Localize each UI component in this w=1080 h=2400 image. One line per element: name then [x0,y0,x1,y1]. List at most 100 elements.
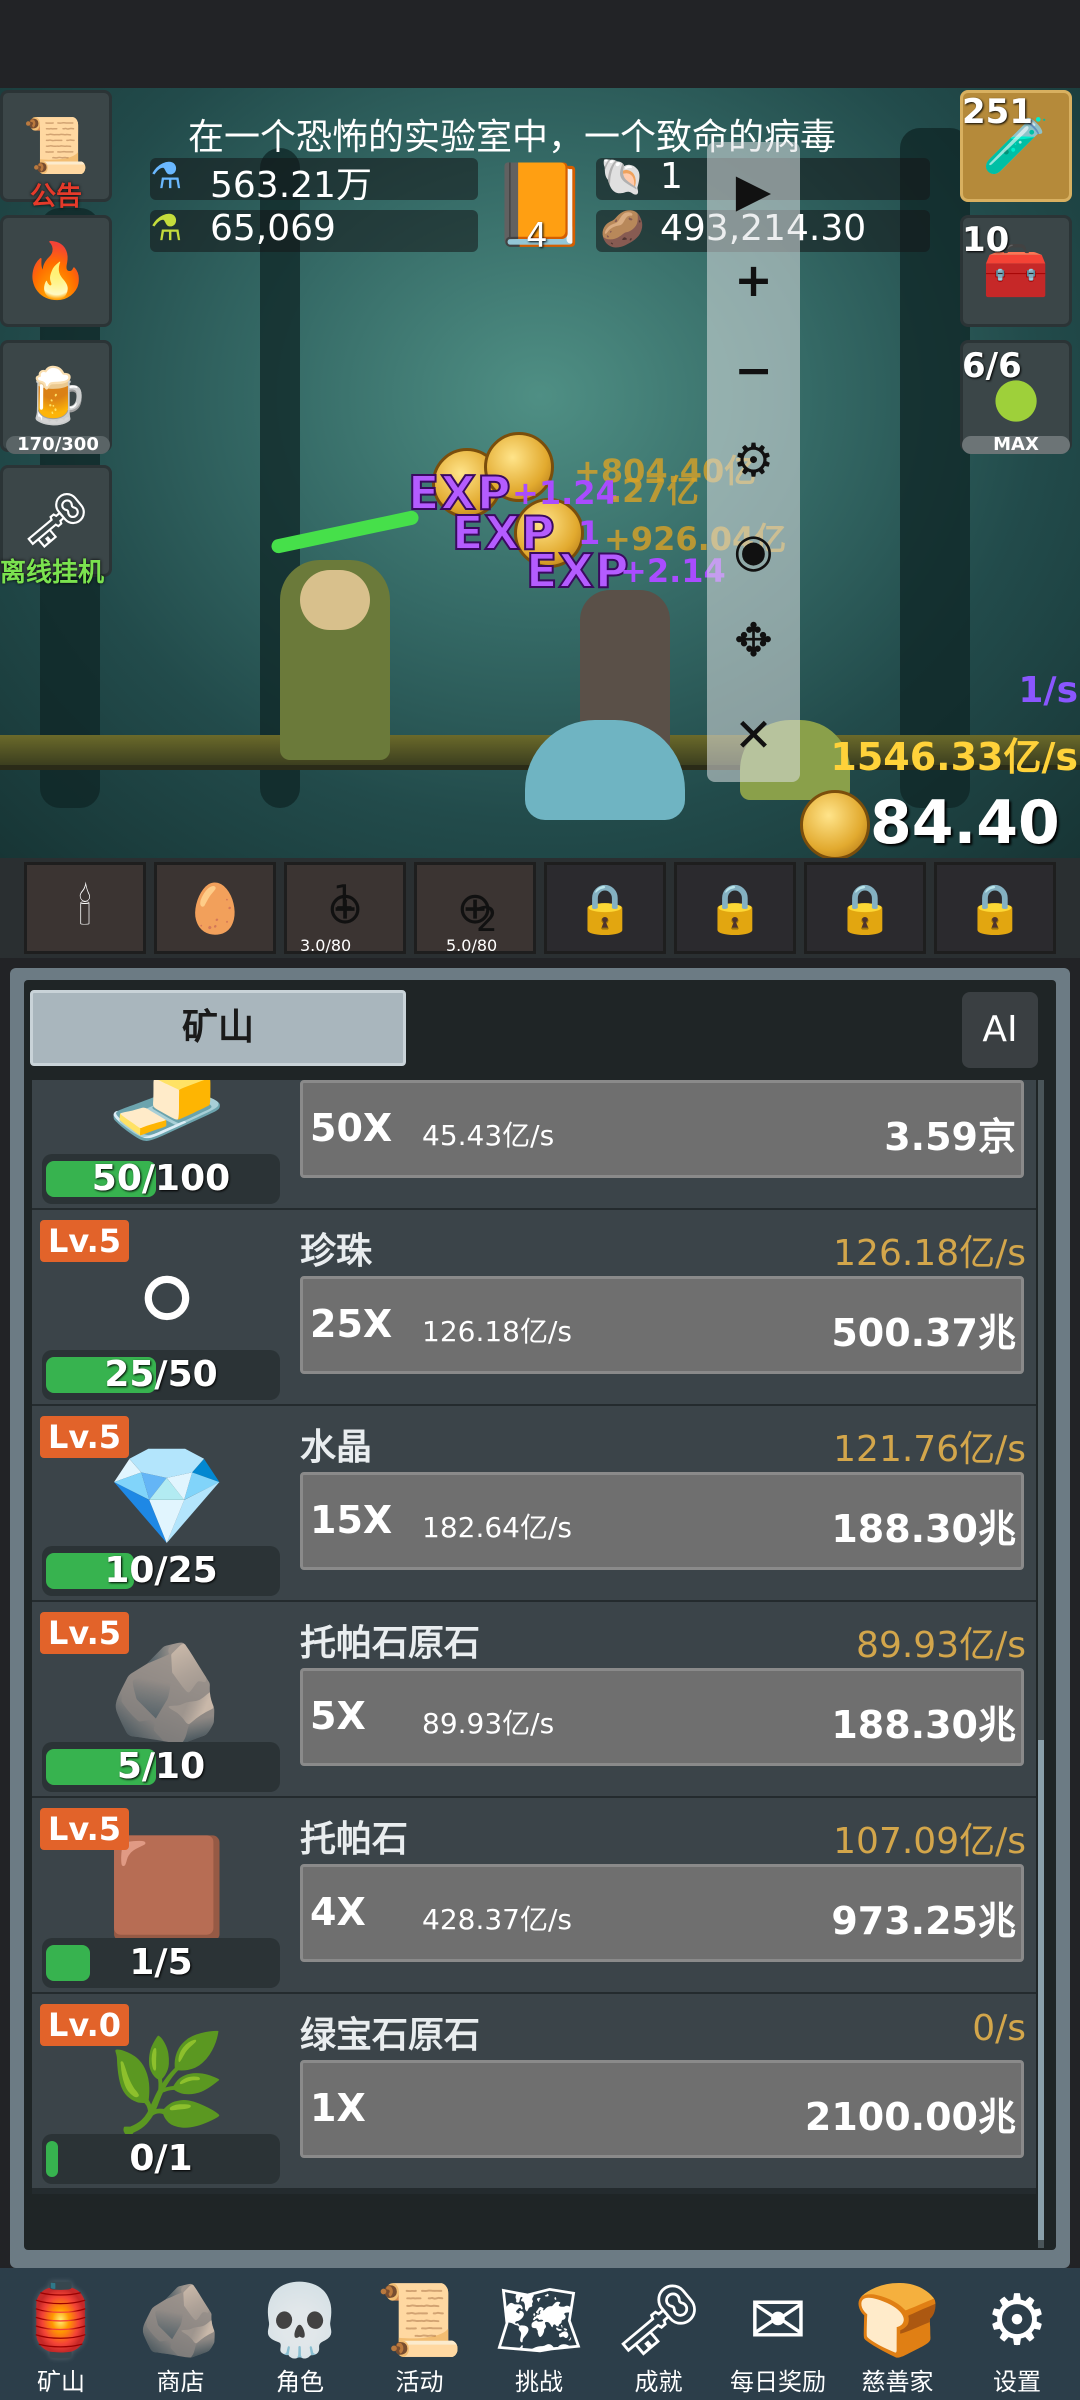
beer-progress: 170/300 [6,436,110,454]
nav-label: 角色 [276,2368,324,2396]
scrollbar-thumb[interactable] [1038,1740,1044,2240]
upgrade-multiplier: 4X [310,1890,366,1934]
level-badge: Lv.0 [40,2004,130,2046]
mine-rate: 121.76亿/s [833,1429,1026,1470]
upgrade-cost: 2100.00兆 [804,2095,1016,2139]
nav-label: 挑战 [515,2368,563,2396]
eye-off-icon[interactable]: ◉ [707,520,800,580]
slot-locked[interactable]: 🔒 [804,862,926,954]
mine-row[interactable]: 🌿 Lv.0 0/1 绿宝石原石 0/s 1X 2100.00兆 [32,1994,1036,2194]
slot-locked[interactable]: 🔒 [544,862,666,954]
lock-icon: 🔒 [965,880,1025,937]
lock-icon: 🔒 [705,880,765,937]
nav-item-skull[interactable]: 💀 角色 [241,2272,359,2400]
level-badge: Lv.5 [40,1808,130,1850]
slime-max-badge: MAX [962,436,1070,454]
blue-potion-icon: ⚗ [150,156,183,197]
upgrade-cost: 500.37兆 [831,1311,1016,1355]
close-icon[interactable]: ✕ [707,705,800,765]
beer-mug-icon: 🍺 [22,364,90,427]
mine-name: 托帕石 [300,1819,409,1860]
mine-row[interactable]: ⚪ Lv.5 25/50 珍珠 126.18亿/s 25X 126.18亿/s … [32,1210,1036,1410]
player-face [300,570,370,630]
slot-progress: 3.0/80 [300,936,352,955]
progress-text: 1/5 [129,1942,193,1983]
nav-item-lantern[interactable]: 🏮 矿山 [2,2272,120,2400]
progress-text: 0/1 [129,2138,193,2179]
gear-icon: ⚙ [985,2279,1049,2361]
nav-label: 成就 [634,2368,683,2396]
book-count: 4 [526,216,548,256]
mine-name: 水晶 [300,1427,373,1468]
slot-egg[interactable]: 🥚 [154,862,276,954]
mine-row[interactable]: 🪨 Lv.5 5/10 托帕石原石 89.93亿/s 5X 89.93亿/s 1… [32,1602,1036,1802]
green-potion-count: 65,069 [210,208,336,249]
upgrade-multiplier: 25X [310,1302,393,1346]
mine-name: 珍珠 [300,1231,373,1272]
nav-item-scroll[interactable]: 📜 活动 [361,2272,479,2400]
fossil-count: 1 [660,156,683,197]
skull-icon: 💀 [256,2279,344,2361]
nav-item-gear[interactable]: ⚙ 设置 [958,2272,1076,2400]
slot-progress: 5.0/80 [446,936,498,955]
mine-row[interactable]: 💎 Lv.5 10/25 水晶 121.76亿/s 15X 182.64亿/s … [32,1406,1036,1606]
play-icon[interactable]: ▶ [707,160,800,220]
key-icon: 🗝 [21,489,91,552]
tab-mine[interactable]: 矿山 [30,990,406,1066]
upgrade-multiplier: 50X [310,1106,393,1150]
lock-icon: 🔒 [835,880,895,937]
green-potion-icon: ⚗ [150,208,183,249]
lantern-icon: 🏮 [17,2279,105,2361]
nav-label: 设置 [993,2368,1041,2396]
nav-label: 商店 [156,2368,205,2396]
slot-candle[interactable]: 🕯 [24,862,146,954]
progress-text: 50/100 [91,1158,231,1199]
minus-icon[interactable]: − [707,340,800,400]
nav-item-shop[interactable]: 🪨 商店 [122,2272,240,2400]
mine-rate: 0/s [972,2008,1026,2049]
nav-item-bread[interactable]: 🍞 慈善家 [839,2272,957,2400]
blue-potion-count: 563.21万 [210,165,372,206]
potion-count: 251 [962,92,1033,132]
scroll-icon: 📜 [375,2279,464,2361]
envelope-icon: ✉ [748,2279,808,2361]
nav-label: 活动 [395,2368,444,2396]
gain-popup: 1 [578,514,601,552]
slot-locked[interactable]: 🔒 [934,862,1056,954]
map-icon: 🗺 [494,2279,584,2361]
progress-text: 10/25 [104,1550,218,1591]
mine-list[interactable]: 🧈 Lv.5 50/100 金锭 45.43亿/s 50X 45.43亿/s 3… [32,1080,1036,2248]
plus-icon[interactable]: + [707,250,800,310]
slot-locked[interactable]: 🔒 [674,862,796,954]
level-badge: Lv.5 [40,1612,130,1654]
upgrade-cost: 188.30兆 [831,1507,1016,1551]
nav-label: 慈善家 [861,2368,934,2396]
upgrade-rate: 89.93亿/s [422,1707,555,1740]
mine-row[interactable]: 🟫 Lv.5 1/5 托帕石 107.09亿/s 4X 428.37亿/s 97… [32,1798,1036,1998]
mine-rate: 126.18亿/s [833,1233,1026,1274]
move-icon[interactable]: ✥ [707,610,800,670]
upgrade-rate: 428.37亿/s [422,1903,572,1936]
mine-row[interactable]: 🧈 Lv.5 50/100 金锭 45.43亿/s 50X 45.43亿/s 3… [32,1080,1036,1214]
upgrade-rate: 45.43亿/s [422,1119,555,1152]
bread-icon: 🍞 [853,2279,942,2361]
mine-name: 绿宝石原石 [300,2015,481,2056]
slime-count: 6/6 [962,346,1022,386]
upgrade-rate: 126.18亿/s [422,1315,572,1348]
nav-item-map[interactable]: 🗺 挑战 [480,2272,598,2400]
slot-number: 2 [476,900,498,940]
nav-item-key[interactable]: 🗝 成就 [600,2272,718,2400]
torch-button[interactable]: 🔥 [0,215,112,327]
ai-button[interactable]: AI [962,992,1038,1068]
status-bar-area [0,0,1080,88]
fossil-icon: 🐚 [600,157,645,198]
gold-coin-icon [800,790,870,860]
key-icon: 🗝 [614,2279,703,2361]
seed-icon: 🥔 [600,209,645,250]
gear-icon[interactable]: ⚙ [707,430,800,490]
slot-number: 1 [333,878,355,918]
upgrade-cost: 188.30兆 [831,1703,1016,1747]
nav-item-envelope[interactable]: ✉ 每日奖励 [719,2272,837,2400]
upgrade-multiplier: 15X [310,1498,393,1542]
gold-ingot-icon: 🧈 [107,1080,227,1160]
